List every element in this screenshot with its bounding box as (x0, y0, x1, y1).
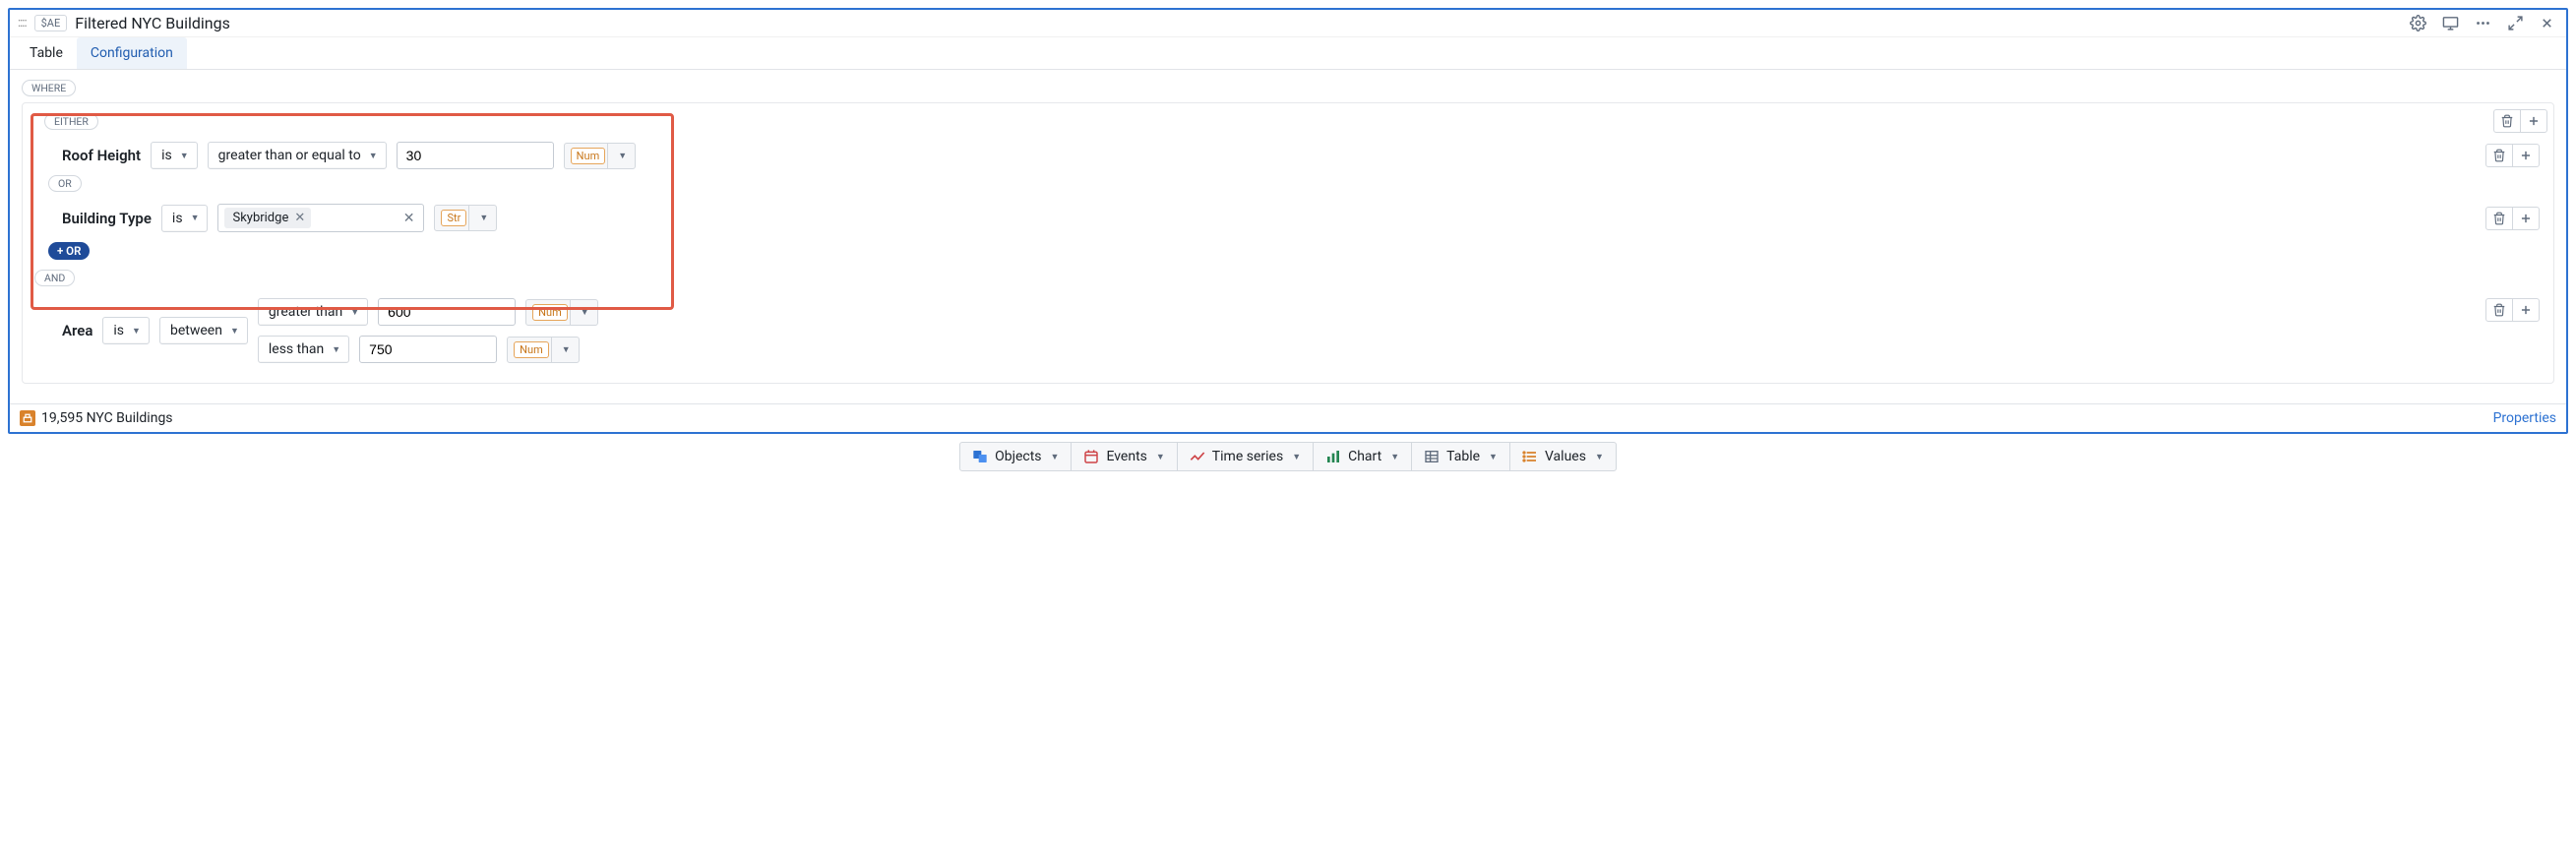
chip-skybridge: Skybridge ✕ (224, 208, 311, 228)
toolbar-values-button[interactable]: Values▼ (1509, 443, 1616, 470)
lower-bound-type-select[interactable]: Num ▼ (525, 299, 597, 326)
toolbar-group: Objects▼ Events▼ Time series▼ Chart▼ Tab… (959, 442, 1617, 471)
chip-remove-icon[interactable]: ✕ (294, 211, 305, 225)
clear-tags-icon[interactable]: ✕ (400, 211, 418, 226)
roof-height-actions (2485, 144, 2540, 167)
toolbar-objects-button[interactable]: Objects▼ (960, 443, 1071, 470)
more-icon[interactable] (2475, 15, 2491, 31)
presentation-icon[interactable] (2442, 15, 2459, 31)
values-icon (1522, 449, 1538, 464)
upper-bound-input[interactable] (359, 336, 497, 363)
delete-group-button[interactable] (2494, 110, 2520, 132)
value-input-roof-height[interactable] (397, 142, 554, 169)
type-select-roof-height[interactable]: Num ▼ (564, 143, 636, 169)
condition-roof-height: Roof Height is▼ greater than or equal to… (34, 136, 2544, 175)
condition-building-type: Building Type is▼ Skybridge ✕ ✕ Str (34, 198, 2544, 238)
building-type-actions (2485, 207, 2540, 230)
lower-bound-input[interactable] (378, 298, 516, 326)
upper-bound-op-select[interactable]: less than▼ (258, 336, 349, 363)
filter-config-area: WHERE EITHER Roof Height is▼ (10, 70, 2566, 403)
events-icon (1083, 449, 1099, 464)
or-clause-label: OR (48, 175, 82, 192)
filter-panel: :::: $AE Filtered NYC Buildings Table Co… (8, 8, 2568, 434)
add-group-button[interactable] (2520, 110, 2546, 132)
add-condition-button[interactable] (2512, 145, 2539, 166)
operator-select-area[interactable]: between▼ (159, 317, 248, 344)
between-bounds: greater than▼ Num ▼ less than▼ (258, 298, 598, 363)
object-type-icon (20, 410, 35, 426)
where-group: EITHER Roof Height is▼ greater than or e… (22, 102, 2554, 384)
condition-area: Area is▼ between▼ greater than▼ (34, 292, 2544, 369)
operator-select-roof-height[interactable]: greater than or equal to▼ (208, 142, 387, 169)
drag-handle-icon[interactable]: :::: (18, 16, 27, 31)
toolbar-time-series-button[interactable]: Time series▼ (1177, 443, 1313, 470)
either-clause-label: EITHER (44, 113, 98, 130)
table-icon (1424, 449, 1440, 464)
add-or-button[interactable]: + OR (48, 242, 90, 260)
field-roof-height: Roof Height (62, 147, 141, 164)
tab-configuration[interactable]: Configuration (77, 37, 187, 69)
lower-bound-row: greater than▼ Num ▼ (258, 298, 598, 326)
area-actions (2485, 298, 2540, 322)
value-tag-input-building-type[interactable]: Skybridge ✕ ✕ (217, 204, 424, 232)
upper-bound-row: less than▼ Num ▼ (258, 336, 598, 363)
verb-select-roof-height[interactable]: is▼ (151, 142, 198, 169)
gear-icon[interactable] (2410, 15, 2426, 31)
footer-bar: 19,595 NYC Buildings Properties (10, 403, 2566, 432)
field-area: Area (62, 322, 92, 339)
toolbar-table-button[interactable]: Table▼ (1411, 443, 1509, 470)
and-clause-label: AND (34, 270, 75, 286)
add-condition-button[interactable] (2512, 299, 2539, 321)
add-condition-button[interactable] (2512, 208, 2539, 229)
alias-badge[interactable]: $AE (34, 15, 68, 31)
where-clause-label: WHERE (22, 80, 76, 96)
delete-condition-button[interactable] (2486, 299, 2512, 321)
expand-icon[interactable] (2507, 15, 2524, 31)
objects-icon (972, 449, 988, 464)
type-select-building-type[interactable]: Str ▼ (434, 205, 497, 231)
titlebar-actions (2410, 15, 2558, 31)
close-icon[interactable] (2540, 16, 2554, 31)
verb-select-area[interactable]: is▼ (102, 317, 150, 344)
titlebar: :::: $AE Filtered NYC Buildings (10, 10, 2566, 37)
lower-bound-op-select[interactable]: greater than▼ (258, 298, 368, 326)
panel-title: Filtered NYC Buildings (75, 14, 230, 32)
toolbar-events-button[interactable]: Events▼ (1071, 443, 1176, 470)
toolbar-chart-button[interactable]: Chart▼ (1313, 443, 1411, 470)
tab-table[interactable]: Table (16, 37, 77, 69)
result-count-text: 19,595 NYC Buildings (41, 410, 173, 426)
chart-icon (1325, 449, 1341, 464)
bottom-toolbar: Objects▼ Events▼ Time series▼ Chart▼ Tab… (8, 434, 2568, 471)
where-group-actions (2493, 109, 2547, 133)
time-series-icon (1190, 449, 1205, 464)
properties-link[interactable]: Properties (2493, 410, 2556, 426)
delete-condition-button[interactable] (2486, 145, 2512, 166)
tab-bar: Table Configuration (10, 37, 2566, 70)
upper-bound-type-select[interactable]: Num ▼ (507, 337, 579, 363)
verb-select-building-type[interactable]: is▼ (161, 205, 209, 232)
delete-condition-button[interactable] (2486, 208, 2512, 229)
field-building-type: Building Type (62, 210, 152, 227)
